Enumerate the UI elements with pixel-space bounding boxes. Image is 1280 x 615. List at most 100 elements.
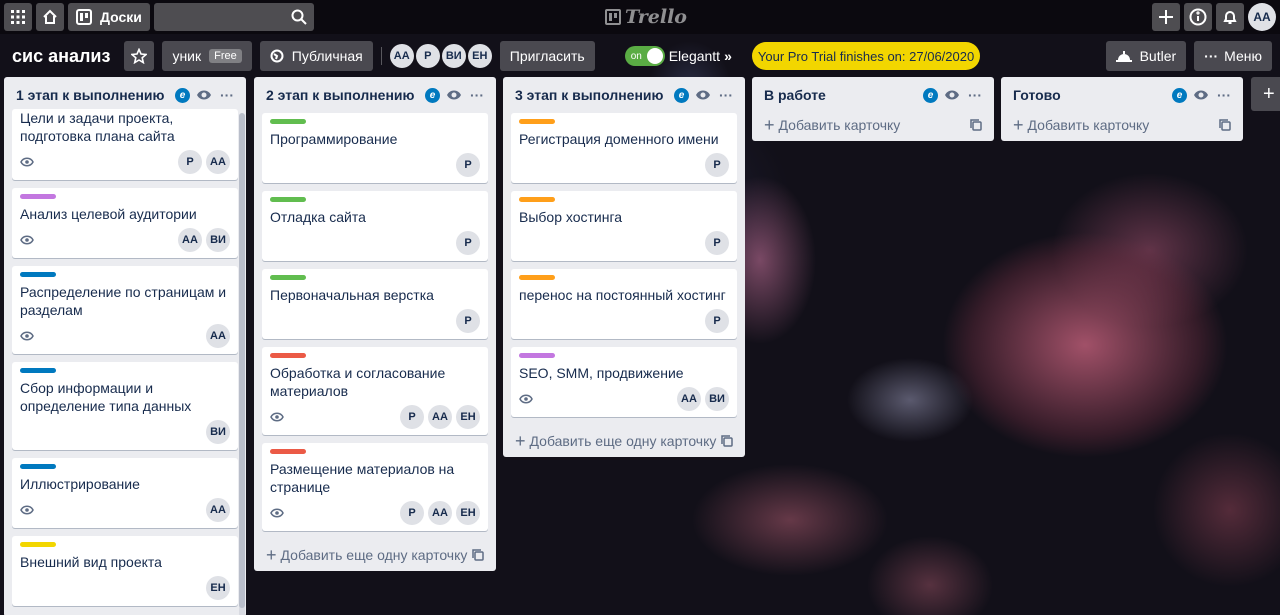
member-avatar[interactable]: ЕН bbox=[467, 44, 492, 68]
card[interactable]: Распределение по страницам и разделам AA bbox=[12, 266, 238, 354]
team-button[interactable]: уник Free bbox=[162, 41, 252, 71]
member-avatar[interactable]: AA bbox=[389, 44, 414, 68]
board-title[interactable]: сис анализ bbox=[12, 46, 110, 67]
card-template-icon[interactable] bbox=[970, 119, 982, 131]
card[interactable]: Регистрация доменного имени P bbox=[511, 113, 737, 183]
card-label[interactable] bbox=[519, 353, 555, 358]
card-label[interactable] bbox=[519, 197, 555, 202]
card[interactable]: перенос на постоянный хостинг P bbox=[511, 269, 737, 339]
card[interactable]: Внешний вид проекта ЕН bbox=[12, 536, 238, 606]
card-label[interactable] bbox=[20, 368, 56, 373]
elegantt-icon[interactable]: e bbox=[1172, 87, 1187, 103]
list-menu-icon[interactable]: ··· bbox=[1217, 87, 1231, 103]
pro-trial-badge[interactable]: Your Pro Trial finishes on: 27/06/2020 bbox=[751, 42, 981, 70]
card[interactable]: Сбор информации и определение типа данны… bbox=[12, 362, 238, 450]
menu-button[interactable]: ··· Меню bbox=[1194, 41, 1272, 71]
card-label[interactable] bbox=[20, 464, 56, 469]
card-member-avatar[interactable]: ВИ bbox=[206, 420, 230, 444]
card-label[interactable] bbox=[20, 542, 56, 547]
card-template-icon[interactable] bbox=[721, 435, 733, 447]
card-label[interactable] bbox=[20, 194, 56, 199]
add-card-button[interactable]: + Добавить карточку bbox=[760, 109, 986, 141]
card-member-avatar[interactable]: ЕН bbox=[456, 501, 480, 525]
butler-button[interactable]: Butler bbox=[1105, 41, 1187, 71]
card-label[interactable] bbox=[519, 119, 555, 124]
card-label[interactable] bbox=[270, 119, 306, 124]
card-label[interactable] bbox=[519, 275, 555, 280]
member-avatar[interactable]: P bbox=[415, 44, 440, 68]
star-button[interactable] bbox=[124, 41, 155, 71]
card-member-avatar[interactable]: P bbox=[705, 153, 729, 177]
card[interactable]: Размещение материалов на странице P AA ЕН bbox=[262, 443, 488, 531]
elegantt-toggle[interactable]: on Elegantt » bbox=[624, 46, 732, 66]
card-member-avatar[interactable]: ЕН bbox=[456, 405, 480, 429]
eye-icon[interactable] bbox=[196, 89, 212, 101]
list-header[interactable]: Готово e ··· bbox=[1009, 77, 1235, 113]
list-title[interactable]: В работе bbox=[764, 87, 923, 103]
card-member-avatar[interactable]: AA bbox=[206, 498, 230, 522]
home-button[interactable] bbox=[36, 3, 64, 31]
card[interactable]: Цели и задачи проекта, подготовка плана … bbox=[12, 109, 238, 180]
boards-button[interactable]: Доски bbox=[68, 3, 150, 31]
card-member-avatar[interactable]: ВИ bbox=[206, 228, 230, 252]
card[interactable]: Отладка сайта P bbox=[262, 191, 488, 261]
user-avatar[interactable]: AA bbox=[1248, 3, 1276, 31]
card-member-avatar[interactable]: P bbox=[456, 309, 480, 333]
visibility-button[interactable]: Публичная bbox=[259, 41, 373, 71]
search-input[interactable] bbox=[153, 3, 314, 31]
create-button[interactable] bbox=[1152, 3, 1180, 31]
list-menu-icon[interactable]: ··· bbox=[220, 87, 234, 103]
card-member-avatar[interactable]: AA bbox=[677, 387, 701, 411]
card-label[interactable] bbox=[270, 449, 306, 454]
card-member-avatar[interactable]: P bbox=[456, 231, 480, 255]
card-member-avatar[interactable]: P bbox=[456, 153, 480, 177]
card[interactable]: Первоначальная верстка P bbox=[262, 269, 488, 339]
list-header[interactable]: 1 этап к выполнению e ··· bbox=[12, 77, 238, 113]
add-card-button[interactable]: + Добавить карточку bbox=[1009, 109, 1235, 141]
eye-icon[interactable] bbox=[944, 89, 960, 101]
card[interactable]: Программирование P bbox=[262, 113, 488, 183]
card-label[interactable] bbox=[270, 197, 306, 202]
add-card-button[interactable]: + Добавить еще одну карточку bbox=[262, 539, 488, 571]
list-header[interactable]: 3 этап к выполнению e ··· bbox=[511, 77, 737, 113]
list-title[interactable]: Готово bbox=[1013, 87, 1172, 103]
list-scrollbar[interactable] bbox=[239, 113, 245, 615]
elegantt-icon[interactable]: e bbox=[425, 87, 440, 103]
eye-icon[interactable] bbox=[695, 89, 711, 101]
card-member-avatar[interactable]: P bbox=[400, 501, 424, 525]
list-header[interactable]: В работе e ··· bbox=[760, 77, 986, 113]
card-label[interactable] bbox=[270, 275, 306, 280]
card-member-avatar[interactable]: AA bbox=[206, 150, 230, 174]
card-member-avatar[interactable]: P bbox=[705, 309, 729, 333]
list-title[interactable]: 2 этап к выполнению bbox=[266, 87, 425, 103]
card-member-avatar[interactable]: AA bbox=[428, 501, 452, 525]
elegantt-icon[interactable]: e bbox=[923, 87, 938, 103]
list-menu-icon[interactable]: ··· bbox=[470, 87, 484, 103]
card-member-avatar[interactable]: P bbox=[400, 405, 424, 429]
list-title[interactable]: 1 этап к выполнению bbox=[16, 87, 175, 103]
card[interactable]: Иллюстрирование AA bbox=[12, 458, 238, 528]
member-avatar[interactable]: ВИ bbox=[441, 44, 466, 68]
eye-icon[interactable] bbox=[446, 89, 462, 101]
eye-icon[interactable] bbox=[1193, 89, 1209, 101]
notifications-button[interactable] bbox=[1216, 3, 1244, 31]
elegantt-icon[interactable]: e bbox=[175, 87, 190, 103]
card-member-avatar[interactable]: AA bbox=[178, 228, 202, 252]
card-member-avatar[interactable]: AA bbox=[206, 324, 230, 348]
card[interactable]: Выбор хостинга P bbox=[511, 191, 737, 261]
card-member-avatar[interactable]: P bbox=[705, 231, 729, 255]
list-title[interactable]: 3 этап к выполнению bbox=[515, 87, 674, 103]
info-button[interactable] bbox=[1184, 3, 1212, 31]
card-label[interactable] bbox=[270, 353, 306, 358]
card-member-avatar[interactable]: ЕН bbox=[206, 576, 230, 600]
toggle-switch[interactable]: on bbox=[624, 46, 665, 66]
trello-logo[interactable]: Trello bbox=[605, 6, 687, 28]
card[interactable]: Обработка и согласование материалов P AA Е… bbox=[262, 347, 488, 435]
elegantt-icon[interactable]: e bbox=[674, 87, 689, 103]
apps-button[interactable] bbox=[4, 3, 32, 31]
add-list-button[interactable]: + bbox=[1251, 77, 1280, 111]
invite-button[interactable]: Пригласить bbox=[499, 41, 595, 71]
list-menu-icon[interactable]: ··· bbox=[719, 87, 733, 103]
card[interactable]: Анализ целевой аудитории AA ВИ bbox=[12, 188, 238, 258]
card-member-avatar[interactable]: ВИ bbox=[705, 387, 729, 411]
